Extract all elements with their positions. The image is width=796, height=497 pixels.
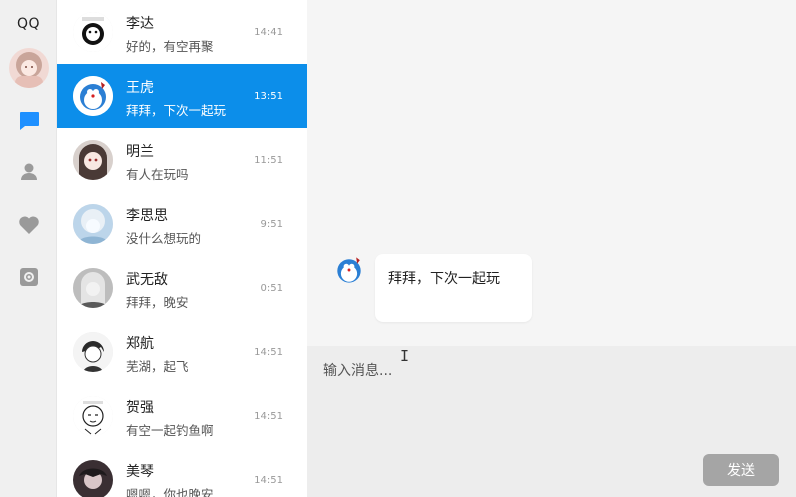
nav-rail: QQ [0,0,57,497]
message-time: 14:51 [254,411,283,422]
contact-name: 李思思 [126,208,168,224]
contact-avatar [73,268,113,308]
conversation-item[interactable]: 武无敌 拜拜，晚安 0:51 [57,256,307,320]
conversation-item[interactable]: 李达 好的，有空再聚 14:41 [57,0,307,64]
conversation-item[interactable]: 贺强 有空一起钓鱼啊 14:51 [57,384,307,448]
last-message: 芜湖，起飞 [126,359,189,374]
last-message: 嗯嗯，你也晚安 [126,487,214,497]
chat-panel: 拜拜，下次一起玩 [307,0,796,346]
send-button[interactable]: 发送 [703,454,779,486]
contact-name: 李达 [126,16,154,32]
message-time: 13:51 [254,91,283,102]
last-message: 好的，有空再聚 [126,39,214,54]
contact-avatar [73,332,113,372]
text-cursor-icon: I [400,347,410,365]
contact-avatar [73,76,113,116]
contact-name: 贺强 [126,400,154,416]
contact-name: 明兰 [126,144,154,160]
app-title: QQ [16,16,41,32]
contact-avatar [73,396,113,436]
contact-avatar [73,12,113,52]
message-time: 14:51 [254,475,283,486]
conversation-item-selected[interactable]: 王虎 拜拜，下次一起玩 13:51 [57,64,307,128]
message-time: 14:41 [254,27,283,38]
contact-avatar [73,204,113,244]
conversation-item[interactable]: 郑航 芜湖，起飞 14:51 [57,320,307,384]
conversation-item[interactable]: 李思思 没什么想玩的 9:51 [57,192,307,256]
conversation-list: 李达 好的，有空再聚 14:41 王虎 拜拜，下次一起玩 13:51 明兰 有人… [57,0,307,497]
last-message: 拜拜，晚安 [126,295,189,310]
favorites-icon[interactable] [15,211,43,239]
message-bubble: 拜拜，下次一起玩 [375,254,532,322]
conversation-item[interactable]: 美琴 嗯嗯，你也晚安 14:51 [57,448,307,497]
settings-icon[interactable] [15,263,43,291]
contact-name: 王虎 [126,80,154,96]
message-time: 14:51 [254,347,283,358]
chat-icon[interactable] [15,107,43,135]
contact-name: 郑航 [126,336,154,352]
message-time: 0:51 [260,283,283,294]
message-time: 11:51 [254,155,283,166]
contact-name: 美琴 [126,464,154,480]
message-time: 9:51 [260,219,283,230]
contacts-icon[interactable] [15,158,43,186]
message-composer: I 发送 [307,346,796,497]
last-message: 没什么想玩的 [126,231,202,246]
contact-avatar [73,140,113,180]
user-avatar[interactable] [9,48,49,88]
last-message: 有空一起钓鱼啊 [126,423,214,438]
last-message: 有人在玩吗 [126,167,189,182]
last-message: 拜拜，下次一起玩 [126,103,227,118]
conversation-item[interactable]: 明兰 有人在玩吗 11:51 [57,128,307,192]
message-input[interactable] [317,356,787,446]
contact-name: 武无敌 [126,272,168,288]
sender-avatar [331,252,367,288]
contact-avatar [73,460,113,497]
